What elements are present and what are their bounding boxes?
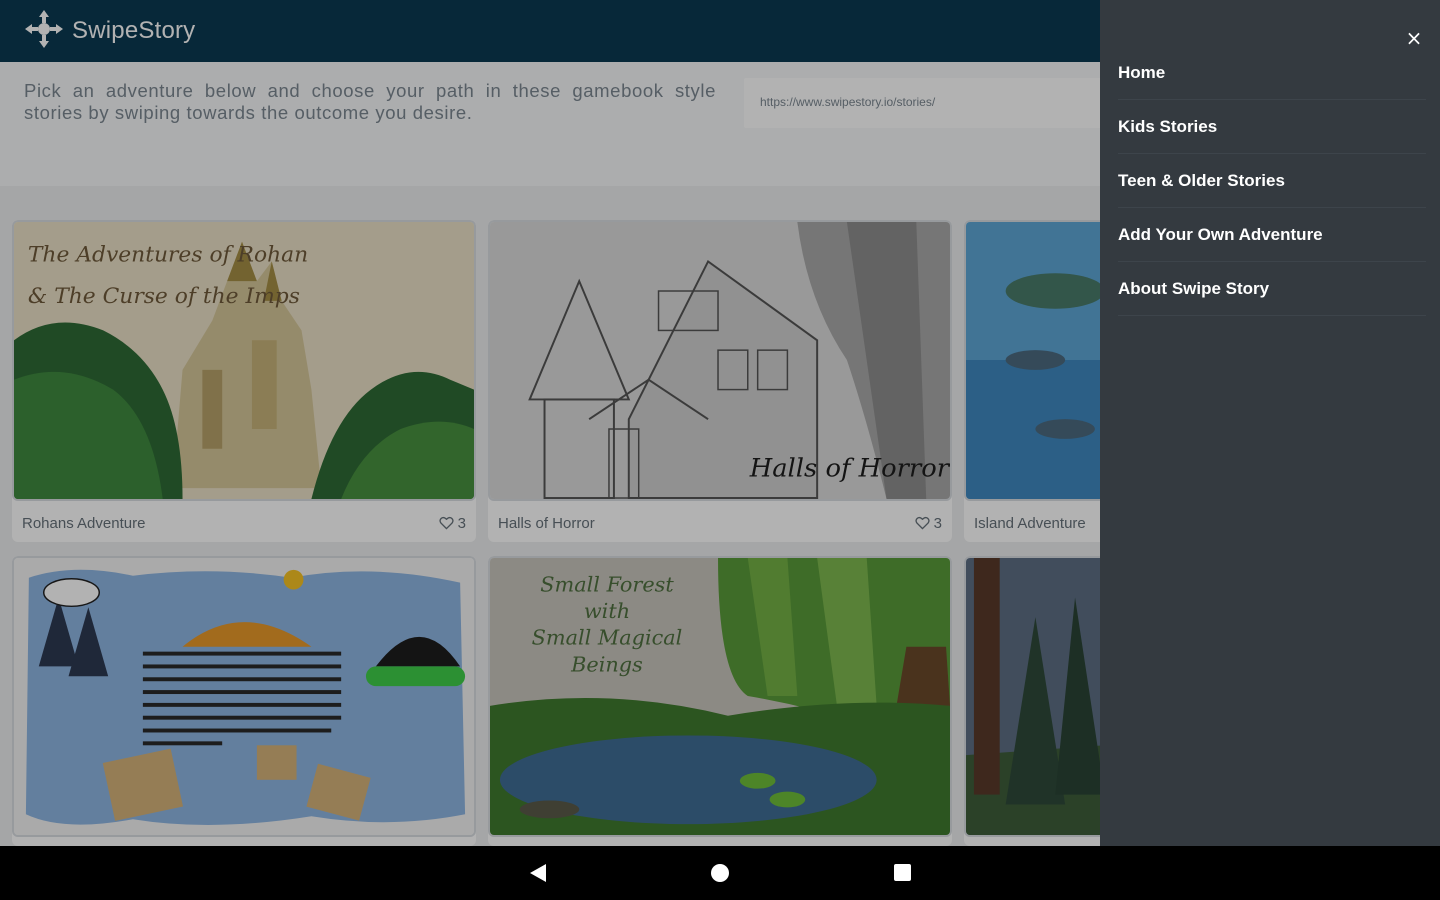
nav-drawer: × Home Kids Stories Teen & Older Stories…	[1100, 0, 1440, 846]
drawer-scrim[interactable]	[0, 0, 1100, 846]
nav-item-teen-older-stories[interactable]: Teen & Older Stories	[1118, 154, 1426, 208]
system-nav-bar	[0, 846, 1440, 900]
drawer-menu: Home Kids Stories Teen & Older Stories A…	[1118, 46, 1426, 316]
back-triangle-icon[interactable]	[528, 863, 548, 883]
nav-item-about-swipe-story[interactable]: About Swipe Story	[1118, 262, 1426, 316]
nav-item-kids-stories[interactable]: Kids Stories	[1118, 100, 1426, 154]
nav-item-home[interactable]: Home	[1118, 46, 1426, 100]
nav-item-add-your-own-adventure[interactable]: Add Your Own Adventure	[1118, 208, 1426, 262]
home-circle-icon[interactable]	[711, 864, 729, 882]
recents-square-icon[interactable]	[894, 864, 911, 881]
